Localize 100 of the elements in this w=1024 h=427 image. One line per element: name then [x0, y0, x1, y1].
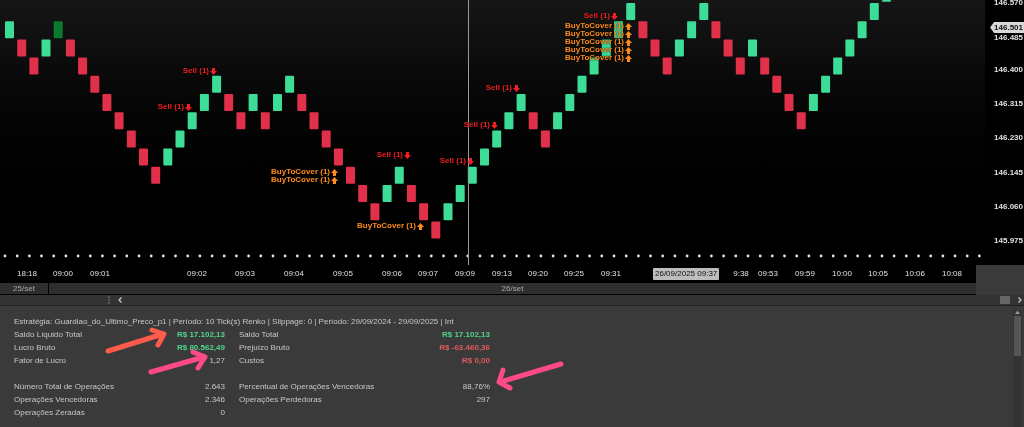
renko-brick [833, 57, 843, 75]
stat-value: 2.643 [204, 381, 225, 393]
price-tick: 146.400 [994, 66, 1023, 74]
renko-brick [821, 75, 831, 93]
renko-brick [784, 94, 794, 111]
chevron-left-icon[interactable] [118, 297, 122, 303]
renko-brick [309, 112, 319, 130]
renko-brick [735, 57, 745, 75]
renko-brick [419, 203, 429, 221]
renko-brick [431, 221, 441, 239]
signal-label: BuyToCover (1) [565, 38, 624, 46]
renko-brick [285, 75, 295, 93]
time-label: 09:03 [235, 270, 255, 278]
signal-label: BuyToCover (1) [271, 176, 330, 184]
renko-brick [236, 112, 246, 130]
renko-brick [321, 130, 331, 148]
time-label: 09:02 [187, 270, 207, 278]
renko-brick [187, 112, 197, 130]
date-label: 25/set [0, 283, 48, 294]
renko-brick [565, 94, 575, 111]
stat-value: R$ 80.562,49 [176, 342, 225, 354]
renko-brick [346, 166, 355, 184]
renko-brick [467, 166, 477, 184]
stat-value: 2.346 [204, 394, 225, 406]
renko-brick [662, 57, 672, 75]
stat-label: Custos [239, 355, 264, 367]
renko-brick [41, 39, 51, 57]
renko-brick [808, 94, 818, 111]
renko-brick [406, 185, 416, 202]
time-label: 09:25 [564, 270, 584, 278]
time-label: 9:38 [733, 270, 749, 278]
date-label: 26/set [49, 283, 976, 294]
renko-brick [65, 39, 75, 57]
price-tick: 146.315 [994, 100, 1023, 108]
renko-brick [5, 21, 14, 39]
signal-label: Sell (1) [583, 12, 610, 20]
stat-label: Saldo Total [239, 329, 279, 341]
signal-label: Sell (1) [157, 103, 184, 111]
renko-brick [126, 130, 136, 148]
renko-brick [869, 3, 879, 20]
stat-value: 297 [476, 394, 490, 406]
price-tick: 146.230 [994, 134, 1023, 142]
time-label: 10:08 [942, 270, 962, 278]
renko-brick [175, 130, 185, 148]
renko-brick [687, 21, 697, 39]
signal-label: BuyToCover (1) [565, 54, 624, 62]
price-tick: 146.145 [994, 169, 1023, 177]
time-label: 09:04 [284, 270, 304, 278]
time-label: 09:53 [758, 270, 778, 278]
time-label: 09:20 [528, 270, 548, 278]
price-tick: 146.060 [994, 203, 1023, 211]
time-label: 09:59 [795, 270, 815, 278]
stat-label: Lucro Bruto [14, 342, 56, 354]
panel-toggle-button[interactable] [1000, 296, 1010, 304]
price-tick: 146.570 [994, 0, 1023, 7]
renko-brick [760, 57, 770, 75]
stat-value: 0 [220, 407, 225, 419]
stat-value: R$ 17.102,13 [441, 329, 490, 341]
renko-brick [260, 112, 270, 130]
stat-label: Operações Zeradas [14, 407, 85, 419]
time-label: 09:07 [418, 270, 438, 278]
renko-brick [333, 148, 343, 166]
renko-brick [723, 39, 733, 57]
renko-brick [394, 166, 404, 184]
renko-brick [845, 39, 855, 57]
time-label: 09:01 [90, 270, 110, 278]
annotation-arrow [496, 361, 564, 391]
up-arrow-icon [417, 222, 424, 230]
stat-value: R$ 17.102,13 [176, 329, 225, 341]
renko-brick [699, 3, 709, 20]
renko-brick [455, 185, 465, 202]
down-arrow-icon [513, 84, 520, 92]
signal-label: BuyToCover (1) [357, 222, 416, 230]
renko-brick [17, 39, 27, 57]
renko-brick [382, 185, 392, 202]
down-arrow-icon [185, 103, 192, 111]
stat-value: 88,76% [462, 381, 490, 393]
time-label: 10:06 [905, 270, 925, 278]
renko-brick [443, 203, 453, 221]
down-arrow-icon [404, 151, 411, 159]
renko-brick [212, 75, 222, 93]
time-label: 18:18 [17, 270, 37, 278]
renko-brick [53, 21, 63, 39]
renko-brick [480, 148, 489, 166]
signal-label: Sell (1) [376, 151, 403, 159]
stat-label: Operações Perdedoras [239, 394, 322, 406]
renko-brick [297, 94, 307, 111]
chevron-right-icon[interactable] [1018, 297, 1022, 303]
time-label: 09:00 [53, 270, 73, 278]
crosshair-time-badge: 26/09/2025 09:37 [653, 268, 720, 280]
renko-brick [102, 94, 112, 111]
stat-label: Prejuízo Bruto [239, 342, 290, 354]
renko-brick [626, 3, 636, 20]
stat-label: Percentual de Operações Vencedoras [239, 381, 375, 393]
scrollbar-thumb[interactable] [1014, 316, 1021, 356]
renko-brick [772, 75, 782, 93]
down-arrow-icon [467, 157, 474, 165]
scroll-up-icon[interactable] [1015, 310, 1020, 314]
renko-brick [638, 21, 648, 39]
renko-brick [528, 112, 538, 130]
